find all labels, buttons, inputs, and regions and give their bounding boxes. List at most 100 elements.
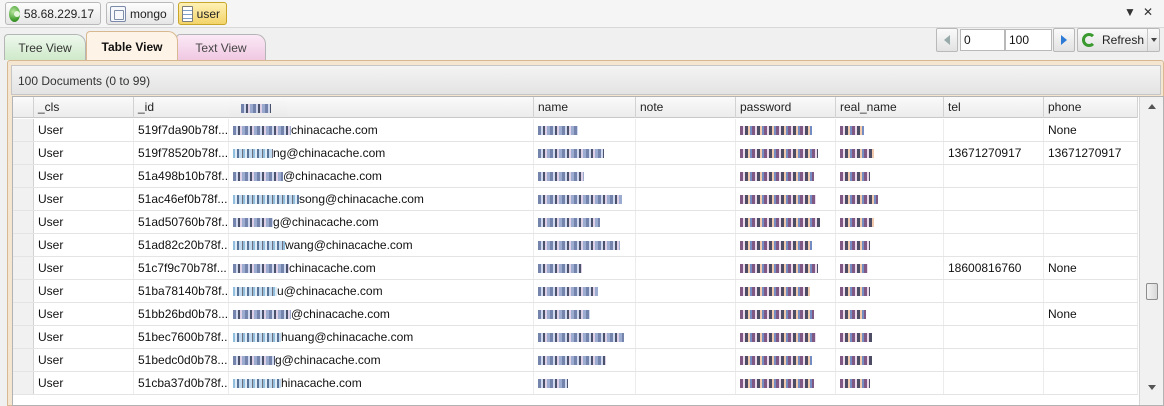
- breadcrumb-database[interactable]: mongo: [106, 2, 174, 25]
- row-selector[interactable]: [13, 280, 34, 302]
- email-domain: chinacache.com: [291, 123, 378, 137]
- refresh-dropdown-icon[interactable]: [1147, 29, 1159, 51]
- cell-phone: [1044, 372, 1138, 394]
- row-selector[interactable]: [13, 119, 34, 141]
- cell-email: chinacache.com: [229, 119, 534, 141]
- cell-tel: [944, 326, 1044, 348]
- skip-input[interactable]: [960, 29, 1005, 51]
- limit-input[interactable]: [1005, 29, 1052, 51]
- table-row[interactable]: User 519f7da90b78f... chinacache.com None: [13, 119, 1138, 142]
- table-row[interactable]: User 51bb26bd0b78... @chinacache.com None: [13, 303, 1138, 326]
- cell-email: song@chinacache.com: [229, 188, 534, 210]
- row-selector[interactable]: [13, 165, 34, 187]
- cell-cls: User: [34, 372, 134, 394]
- obscured-name: [538, 172, 584, 182]
- cell-note: [636, 280, 736, 302]
- obscured-name: [538, 379, 568, 389]
- obscured-email-prefix: [233, 149, 273, 159]
- obscured-name: [538, 218, 600, 228]
- obscured-password: [740, 287, 810, 297]
- row-selector[interactable]: [13, 211, 34, 233]
- row-selector[interactable]: [13, 349, 34, 371]
- scroll-up-arrow-icon[interactable]: [1140, 98, 1163, 114]
- cell-note: [636, 142, 736, 164]
- vertical-scrollbar[interactable]: [1139, 97, 1163, 405]
- table-row[interactable]: User 51a498b10b78f... @chinacache.com: [13, 165, 1138, 188]
- cell-real-name: [836, 142, 944, 164]
- tab-text-view[interactable]: Text View: [176, 34, 266, 60]
- cell-id: 51bb26bd0b78...: [134, 303, 229, 325]
- close-icon[interactable]: ✕: [1143, 5, 1153, 19]
- cell-id: 51bec7600b78f...: [134, 326, 229, 348]
- column-header-cls[interactable]: _cls: [34, 97, 134, 118]
- table-row[interactable]: User 51ac46ef0b78f... song@chinacache.com: [13, 188, 1138, 211]
- cell-note: [636, 165, 736, 187]
- table-row[interactable]: User 51ba78140b78f... u@chinacache.com: [13, 280, 1138, 303]
- row-selector[interactable]: [13, 372, 34, 394]
- cell-id: 51ac46ef0b78f...: [134, 188, 229, 210]
- column-header-real-name[interactable]: real_name: [836, 97, 944, 118]
- obscured-password: [740, 356, 812, 366]
- obscured-real-name: [840, 333, 872, 343]
- column-header-password[interactable]: password: [736, 97, 836, 118]
- obscured-real-name: [840, 172, 870, 182]
- obscured-real-name: [840, 126, 864, 136]
- cell-name: [534, 280, 636, 302]
- row-selector[interactable]: [13, 234, 34, 256]
- column-header-name[interactable]: name: [534, 97, 636, 118]
- table-row[interactable]: User 519f78520b78f... ng@chinacache.com 136…: [13, 142, 1138, 165]
- column-header-phone[interactable]: phone: [1044, 97, 1138, 118]
- next-page-button[interactable]: [1053, 28, 1075, 52]
- table-row[interactable]: User 51ad82c20b78f... wang@chinacache.com: [13, 234, 1138, 257]
- row-selector[interactable]: [13, 303, 34, 325]
- obscured-real-name: [840, 356, 872, 366]
- obscured-password: [740, 172, 814, 182]
- obscured-email-prefix: [233, 218, 273, 228]
- obscured-header: [229, 99, 287, 116]
- table-row[interactable]: User 51c7f9c70b78f... chinacache.com 186008…: [13, 257, 1138, 280]
- scroll-down-arrow-icon[interactable]: [1140, 379, 1163, 395]
- cell-note: [636, 326, 736, 348]
- cell-real-name: [836, 119, 944, 141]
- column-header-note[interactable]: note: [636, 97, 736, 118]
- tab-tree-view[interactable]: Tree View: [4, 34, 86, 60]
- breadcrumb-server[interactable]: 58.68.229.17: [5, 2, 101, 25]
- table-row[interactable]: User 51cba37d0b78f... hinacache.com: [13, 372, 1138, 395]
- table-row[interactable]: User 51bedc0d0b78... g@chinacache.com: [13, 349, 1138, 372]
- cell-password: [736, 211, 836, 233]
- cell-id: 51bedc0d0b78...: [134, 349, 229, 371]
- tab-table-view[interactable]: Table View: [86, 31, 178, 61]
- cell-tel: [944, 372, 1044, 394]
- cell-cls: User: [34, 165, 134, 187]
- cell-name: [534, 165, 636, 187]
- row-selector[interactable]: [13, 257, 34, 279]
- cell-real-name: [836, 234, 944, 256]
- row-selector[interactable]: [13, 188, 34, 210]
- column-header-tel[interactable]: tel: [944, 97, 1044, 118]
- obscured-real-name: [840, 195, 878, 205]
- previous-page-button[interactable]: [936, 28, 958, 52]
- table-row[interactable]: User 51ad50760b78f... g@chinacache.com: [13, 211, 1138, 234]
- cell-email: u@chinacache.com: [229, 280, 534, 302]
- cell-email: huang@chinacache.com: [229, 326, 534, 348]
- cell-name: [534, 349, 636, 371]
- obscured-real-name: [840, 310, 866, 320]
- row-selector[interactable]: [13, 326, 34, 348]
- breadcrumb-collection[interactable]: user: [178, 2, 227, 25]
- email-domain: song@chinacache.com: [299, 192, 424, 206]
- scrollbar-thumb[interactable]: [1146, 283, 1158, 300]
- cell-email: ng@chinacache.com: [229, 142, 534, 164]
- column-header-id[interactable]: _id: [134, 97, 534, 118]
- cell-cls: User: [34, 211, 134, 233]
- cell-email: chinacache.com: [229, 257, 534, 279]
- cell-name: [534, 326, 636, 348]
- row-selector[interactable]: [13, 142, 34, 164]
- cell-tel: 13671270917: [944, 142, 1044, 164]
- window-menu-icon[interactable]: ▼: [1124, 5, 1136, 19]
- cell-cls: User: [34, 326, 134, 348]
- email-domain: @chinacache.com: [283, 169, 382, 183]
- table-row[interactable]: User 51bec7600b78f... huang@chinacache.com: [13, 326, 1138, 349]
- refresh-button[interactable]: Refresh: [1077, 28, 1160, 52]
- cell-note: [636, 349, 736, 371]
- cell-phone: None: [1044, 257, 1138, 279]
